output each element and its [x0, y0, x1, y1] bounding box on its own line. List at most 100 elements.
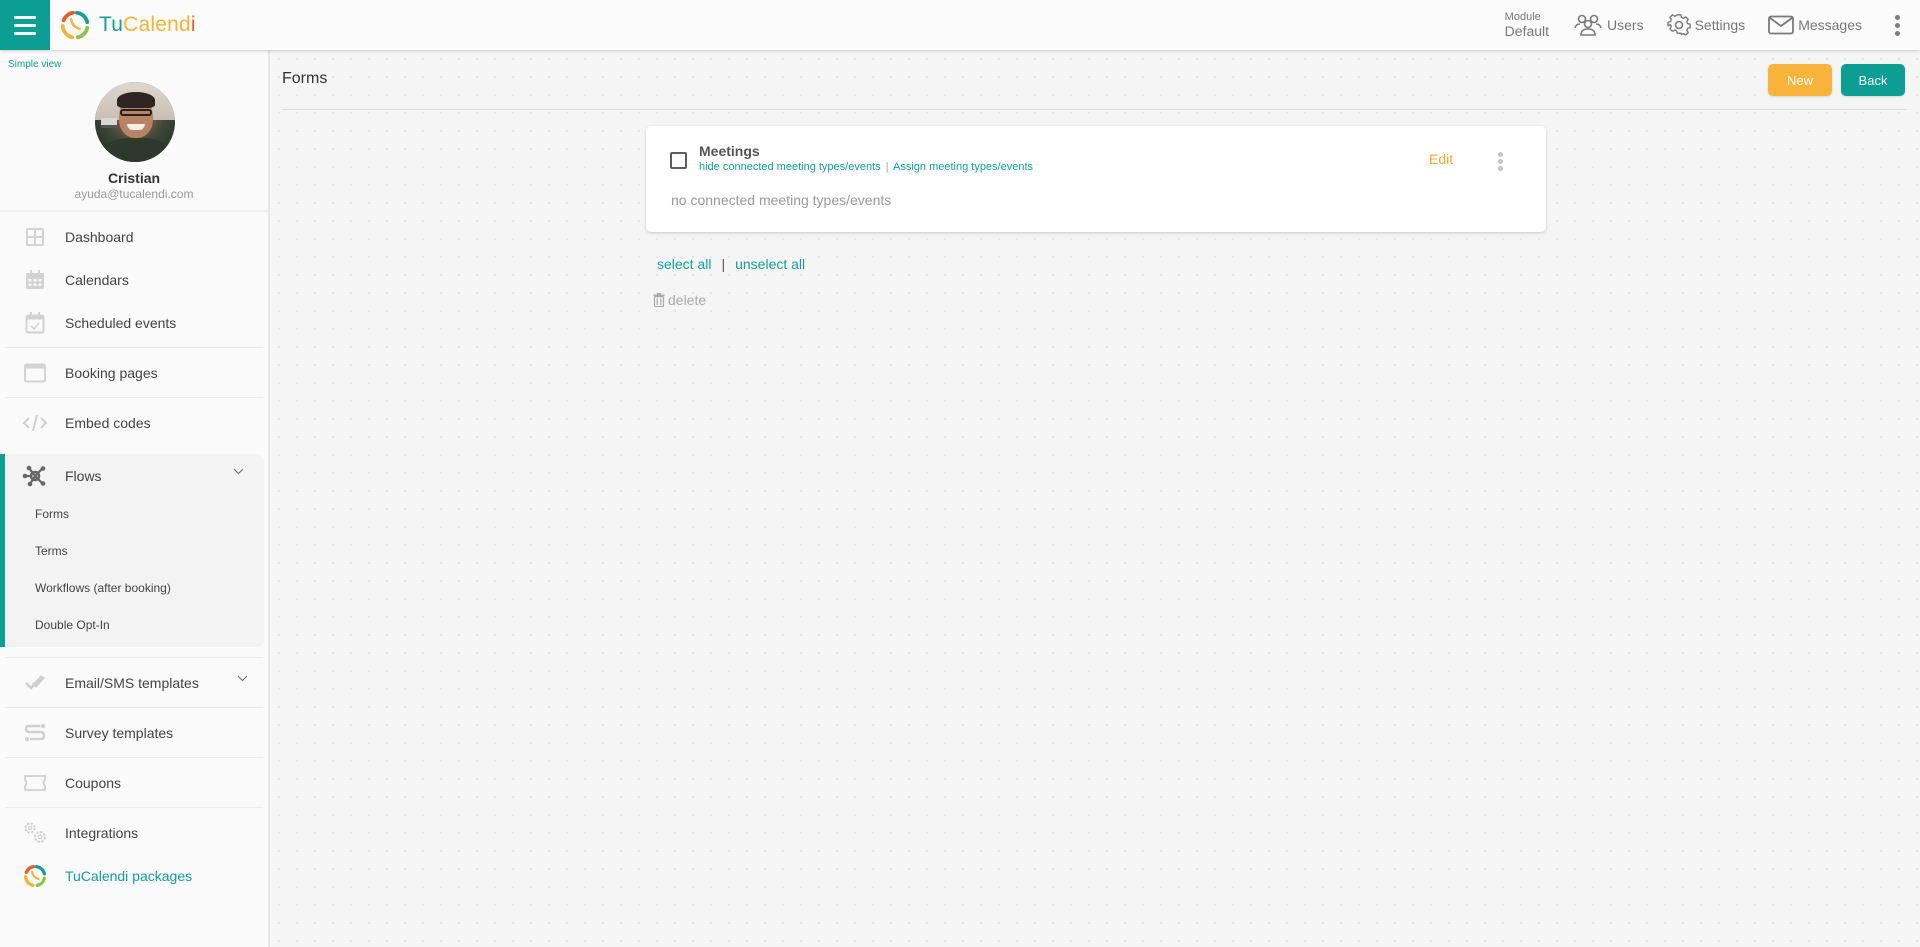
sidebar-nav: Dashboard Calendars Scheduled events Boo…: [0, 212, 268, 897]
avatar-shirt: [101, 138, 171, 162]
simple-view-link[interactable]: Simple view: [8, 59, 61, 70]
hamburger-menu-button[interactable]: [0, 0, 50, 50]
messages-link[interactable]: Messages: [1768, 15, 1862, 35]
dashboard-grid-icon: [22, 224, 48, 250]
sidebar-subitem-forms[interactable]: Forms: [5, 495, 264, 532]
tucalendi-logo-icon: [22, 863, 48, 889]
settings-link-label: Settings: [1694, 17, 1746, 33]
chevron-down-icon: [233, 468, 244, 475]
kebab-dot: [1895, 30, 1900, 36]
sidebar-item-tucalendi-packages[interactable]: TuCalendi packages: [0, 854, 268, 897]
calendar-check-icon: [22, 310, 48, 336]
sidebar-item-label: Calendars: [65, 271, 129, 288]
avatar-glasses: [120, 109, 152, 116]
trash-icon: [653, 293, 665, 307]
sidebar-item-survey-templates[interactable]: Survey templates: [0, 711, 268, 754]
selection-controls: select all | unselect all: [657, 256, 805, 272]
gear-icon: [1666, 14, 1691, 36]
brand-name-i: i: [190, 13, 196, 36]
sidebar-item-embed-codes[interactable]: Embed codes: [0, 401, 268, 444]
form-card: Meetings hide connected meeting types/ev…: [646, 126, 1546, 232]
user-profile: Simple view Cristian ayuda@tucalendi.com: [0, 50, 268, 210]
sidebar-item-label: Integrations: [65, 824, 139, 841]
kebab-dot: [1895, 22, 1900, 28]
envelope-icon: [1768, 15, 1795, 35]
brand-name: TuCalendi: [99, 13, 196, 37]
avatar[interactable]: [95, 82, 175, 162]
hide-connected-link[interactable]: hide connected meeting types/events: [699, 161, 881, 173]
hamburger-icon: [14, 15, 36, 19]
hamburger-icon-line: [14, 31, 36, 35]
sidebar-item-email-sms-templates[interactable]: Email/SMS templates: [0, 661, 268, 704]
sidebar-item-calendars[interactable]: Calendars: [0, 258, 268, 301]
selection-separator: |: [721, 256, 726, 272]
code-icon: [22, 410, 48, 436]
brand-name-calend: Calend: [123, 13, 191, 36]
form-options-button[interactable]: [1496, 150, 1505, 173]
sidebar-item-dashboard[interactable]: Dashboard: [0, 215, 268, 258]
users-link[interactable]: Users: [1573, 13, 1644, 37]
avatar-hair: [117, 92, 155, 108]
browser-window-icon: [22, 360, 48, 386]
sidebar-item-label: Dashboard: [65, 228, 134, 245]
user-email: ayuda@tucalendi.com: [74, 187, 194, 201]
sidebar-item-label: TuCalendi packages: [65, 867, 193, 884]
form-links: hide connected meeting types/events | As…: [699, 161, 1033, 173]
chevron-down-icon: [237, 675, 248, 682]
module-selector[interactable]: Module Default: [1504, 11, 1550, 39]
survey-icon: [22, 720, 48, 746]
sidebar-item-booking-pages[interactable]: Booking pages: [0, 351, 268, 394]
empty-connections-text: no connected meeting types/events: [671, 192, 892, 208]
more-options-button[interactable]: [1889, 9, 1906, 42]
sidebar-group-flows: Flows Forms Terms Workflows (after booki…: [0, 454, 264, 647]
sidebar-item-coupons[interactable]: Coupons: [0, 761, 268, 804]
avatar-books: [101, 118, 117, 128]
edit-form-link[interactable]: Edit: [1429, 151, 1453, 167]
kebab-vertical-icon: [1498, 152, 1503, 157]
calendar-icon: [22, 267, 48, 293]
settings-link[interactable]: Settings: [1666, 13, 1746, 37]
sidebar-item-integrations[interactable]: Integrations: [0, 811, 268, 854]
sidebar-subitem-double-opt-in[interactable]: Double Opt-In: [5, 606, 264, 643]
sidebar-item-label: Booking pages: [65, 364, 158, 381]
hamburger-icon-line: [14, 23, 36, 27]
select-all-link[interactable]: select all: [657, 256, 711, 272]
tucalendi-logo-icon: [60, 10, 90, 40]
kebab-dot: [1498, 159, 1503, 164]
kebab-vertical-icon: [1895, 14, 1900, 20]
top-bar: TuCalendi Module Default Users Settings: [0, 0, 1920, 50]
link-separator: |: [885, 161, 889, 173]
users-link-label: Users: [1607, 17, 1644, 33]
gears-icon: [22, 820, 48, 846]
sidebar-item-flows[interactable]: Flows: [5, 454, 264, 497]
sidebar-item-label: Survey templates: [65, 724, 174, 741]
flows-network-icon: [22, 463, 48, 489]
brand-logo-link[interactable]: TuCalendi: [58, 8, 196, 42]
divider: [282, 109, 1907, 110]
form-select-checkbox[interactable]: [670, 152, 687, 169]
sidebar: Simple view Cristian ayuda@tucalendi.com…: [0, 50, 270, 947]
double-check-icon: [22, 670, 48, 696]
sidebar-item-label: Scheduled events: [65, 314, 177, 331]
page-title: Forms: [282, 70, 328, 87]
sidebar-item-label: Email/SMS templates: [65, 674, 199, 691]
users-icon: [1574, 14, 1602, 36]
sidebar-item-label: Flows: [65, 467, 102, 484]
user-name: Cristian: [107, 170, 161, 186]
sidebar-subitem-workflows[interactable]: Workflows (after booking): [5, 569, 264, 606]
sidebar-item-label: Coupons: [65, 774, 122, 791]
kebab-dot: [1498, 166, 1503, 171]
sidebar-item-scheduled-events[interactable]: Scheduled events: [0, 301, 268, 344]
unselect-all-link[interactable]: unselect all: [735, 256, 805, 272]
module-value: Default: [1504, 23, 1550, 39]
delete-button[interactable]: delete: [653, 292, 706, 308]
back-button[interactable]: Back: [1841, 64, 1905, 96]
module-label: Module: [1504, 11, 1541, 23]
assign-meeting-types-link[interactable]: Assign meeting types/events: [893, 161, 1033, 173]
sidebar-subitem-terms[interactable]: Terms: [5, 532, 264, 569]
messages-link-label: Messages: [1798, 17, 1862, 33]
sidebar-item-label: Embed codes: [65, 414, 151, 431]
new-button[interactable]: New: [1768, 64, 1832, 96]
delete-label: delete: [668, 292, 707, 308]
ticket-icon: [22, 770, 48, 796]
